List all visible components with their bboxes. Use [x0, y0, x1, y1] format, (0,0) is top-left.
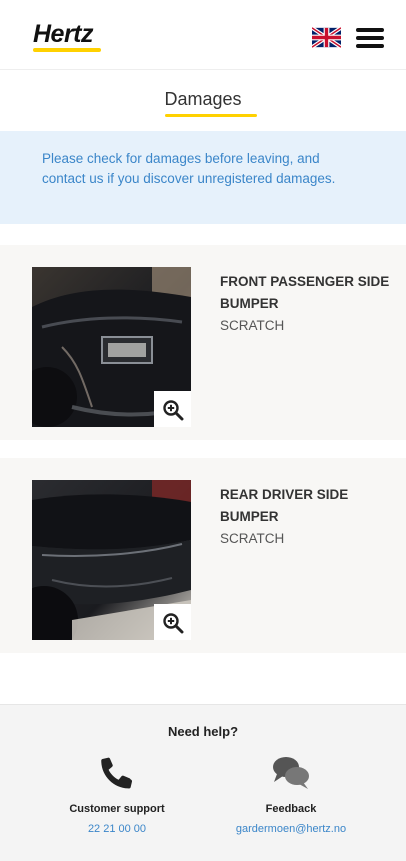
- damage-photo[interactable]: [32, 480, 191, 640]
- phone-icon[interactable]: [99, 755, 135, 791]
- page-title: Damages: [164, 89, 242, 109]
- customer-support: Customer support 22 21 00 00: [47, 755, 187, 835]
- damage-location: REAR DRIVER SIDE BUMPER: [220, 487, 349, 524]
- feedback-label: Feedback: [265, 803, 317, 815]
- logo-underline: [33, 48, 101, 52]
- app-header: Hertz: [0, 0, 406, 70]
- damage-card: FRONT PASSENGER SIDE BUMPER SCRATCH: [0, 245, 406, 440]
- title-underline: [165, 114, 257, 117]
- zoom-in-icon: [163, 400, 184, 421]
- help-title: Need help?: [167, 724, 239, 739]
- damages-page: Hertz Damages Please check for damages b…: [0, 0, 406, 861]
- chat-bubbles-icon[interactable]: [271, 755, 311, 791]
- feedback-email-link[interactable]: gardermoen@hertz.no: [221, 823, 361, 835]
- damage-location: FRONT PASSENGER SIDE BUMPER: [220, 274, 390, 311]
- feedback: Feedback gardermoen@hertz.no: [221, 755, 361, 835]
- support-phone-link[interactable]: 22 21 00 00: [47, 823, 187, 835]
- zoom-button[interactable]: [154, 391, 191, 427]
- menu-bar: [356, 44, 384, 48]
- damage-type: SCRATCH: [220, 531, 285, 546]
- damage-details: FRONT PASSENGER SIDE BUMPER SCRATCH: [220, 271, 404, 337]
- menu-bar: [356, 36, 384, 40]
- zoom-in-icon: [163, 613, 184, 634]
- info-banner: Please check for damages before leaving,…: [0, 131, 406, 224]
- damage-type: SCRATCH: [220, 318, 285, 333]
- help-footer: Need help? Customer support 22 21 00 00 …: [0, 704, 406, 861]
- menu-bar: [356, 28, 384, 32]
- damage-card: REAR DRIVER SIDE BUMPER SCRATCH: [0, 458, 406, 653]
- uk-flag-icon[interactable]: [312, 27, 341, 48]
- support-label: Customer support: [69, 803, 165, 815]
- hamburger-menu-icon[interactable]: [356, 27, 384, 49]
- info-message: Please check for damages before leaving,…: [42, 151, 336, 186]
- zoom-button[interactable]: [154, 604, 191, 640]
- damage-details: REAR DRIVER SIDE BUMPER SCRATCH: [220, 484, 404, 550]
- damage-photo[interactable]: [32, 267, 191, 427]
- hertz-logo[interactable]: Hertz: [33, 20, 94, 49]
